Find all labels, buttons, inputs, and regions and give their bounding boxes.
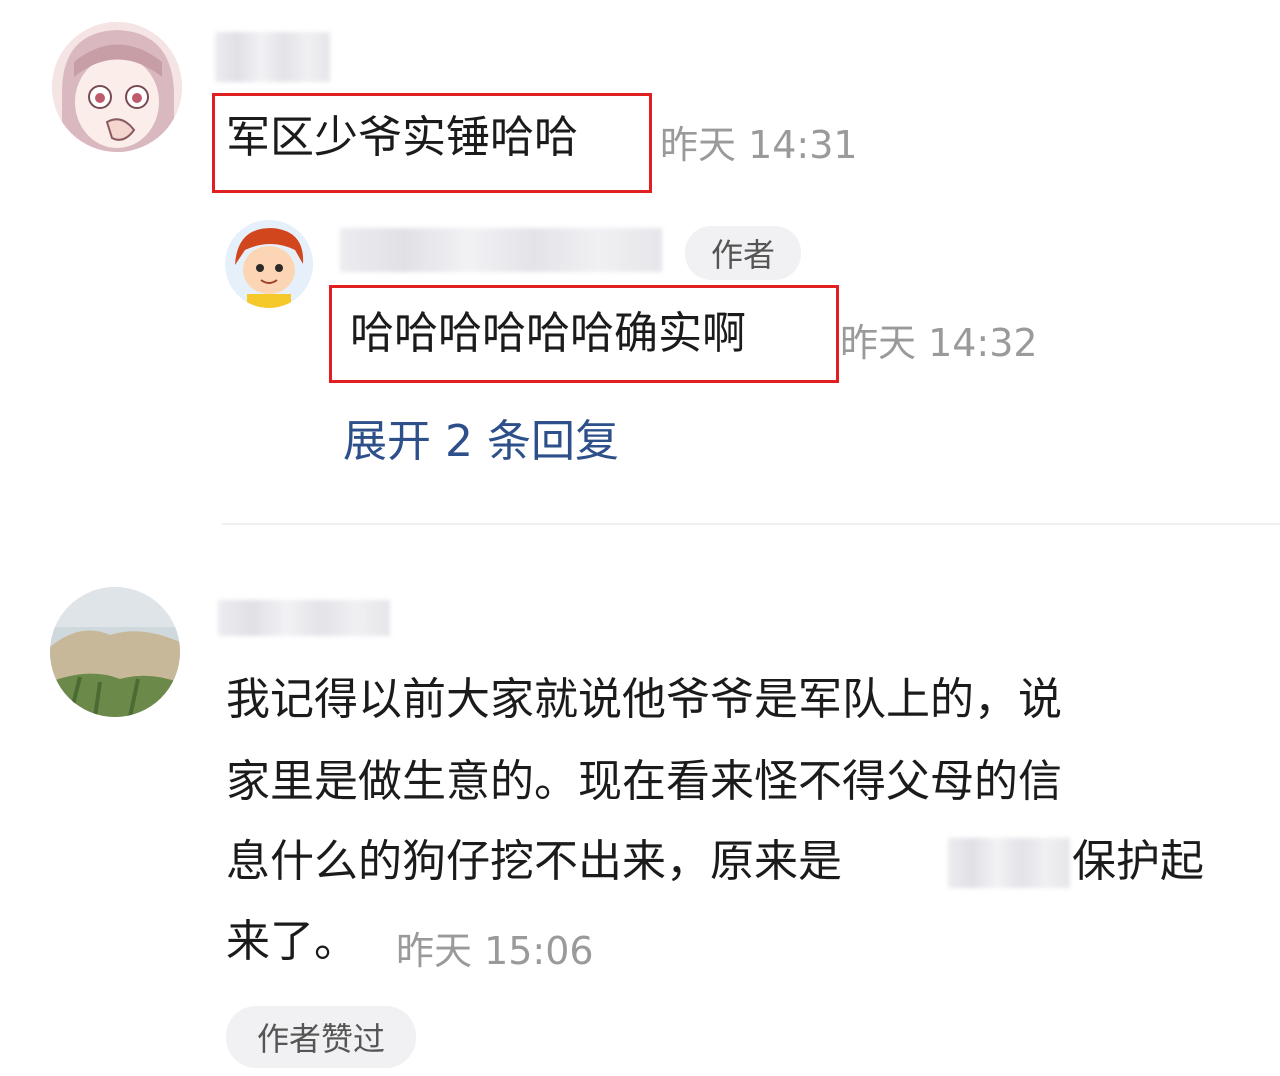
- avatar[interactable]: [52, 22, 182, 152]
- avatar[interactable]: [225, 220, 313, 308]
- avatar[interactable]: [50, 587, 180, 717]
- comment-line-1: 我记得以前大家就说他爷爷是军队上的，说: [226, 674, 1062, 725]
- reply-text: 哈哈哈哈哈哈确实啊: [350, 308, 746, 359]
- comment-time: 昨天 14:31: [660, 123, 858, 167]
- name-blurred: [948, 838, 1070, 888]
- username-blurred: [215, 32, 330, 82]
- username-blurred: [340, 228, 662, 272]
- comment-line-2: 家里是做生意的。现在看来怪不得父母的信: [226, 756, 1062, 807]
- comment-line-4: 来了。: [226, 916, 358, 967]
- comment-line-3: 息什么的狗仔挖不出来，原来是: [226, 836, 842, 887]
- reply-time: 昨天 14:32: [840, 321, 1038, 365]
- divider: [222, 523, 1280, 525]
- username-blurred: [218, 600, 390, 636]
- comment-line-3-tail: 保护起: [1072, 836, 1204, 887]
- author-liked-tag: 作者赞过: [226, 1006, 416, 1068]
- anime-girl-avatar-icon: [52, 22, 182, 152]
- cartoon-boy-avatar-icon: [225, 220, 313, 308]
- comment-time: 昨天 15:06: [396, 929, 594, 973]
- expand-replies-link[interactable]: 展开 2 条回复: [343, 405, 619, 469]
- author-tag: 作者: [685, 226, 801, 280]
- landscape-avatar-icon: [50, 587, 180, 717]
- comment-text: 军区少爷实锤哈哈: [226, 112, 578, 163]
